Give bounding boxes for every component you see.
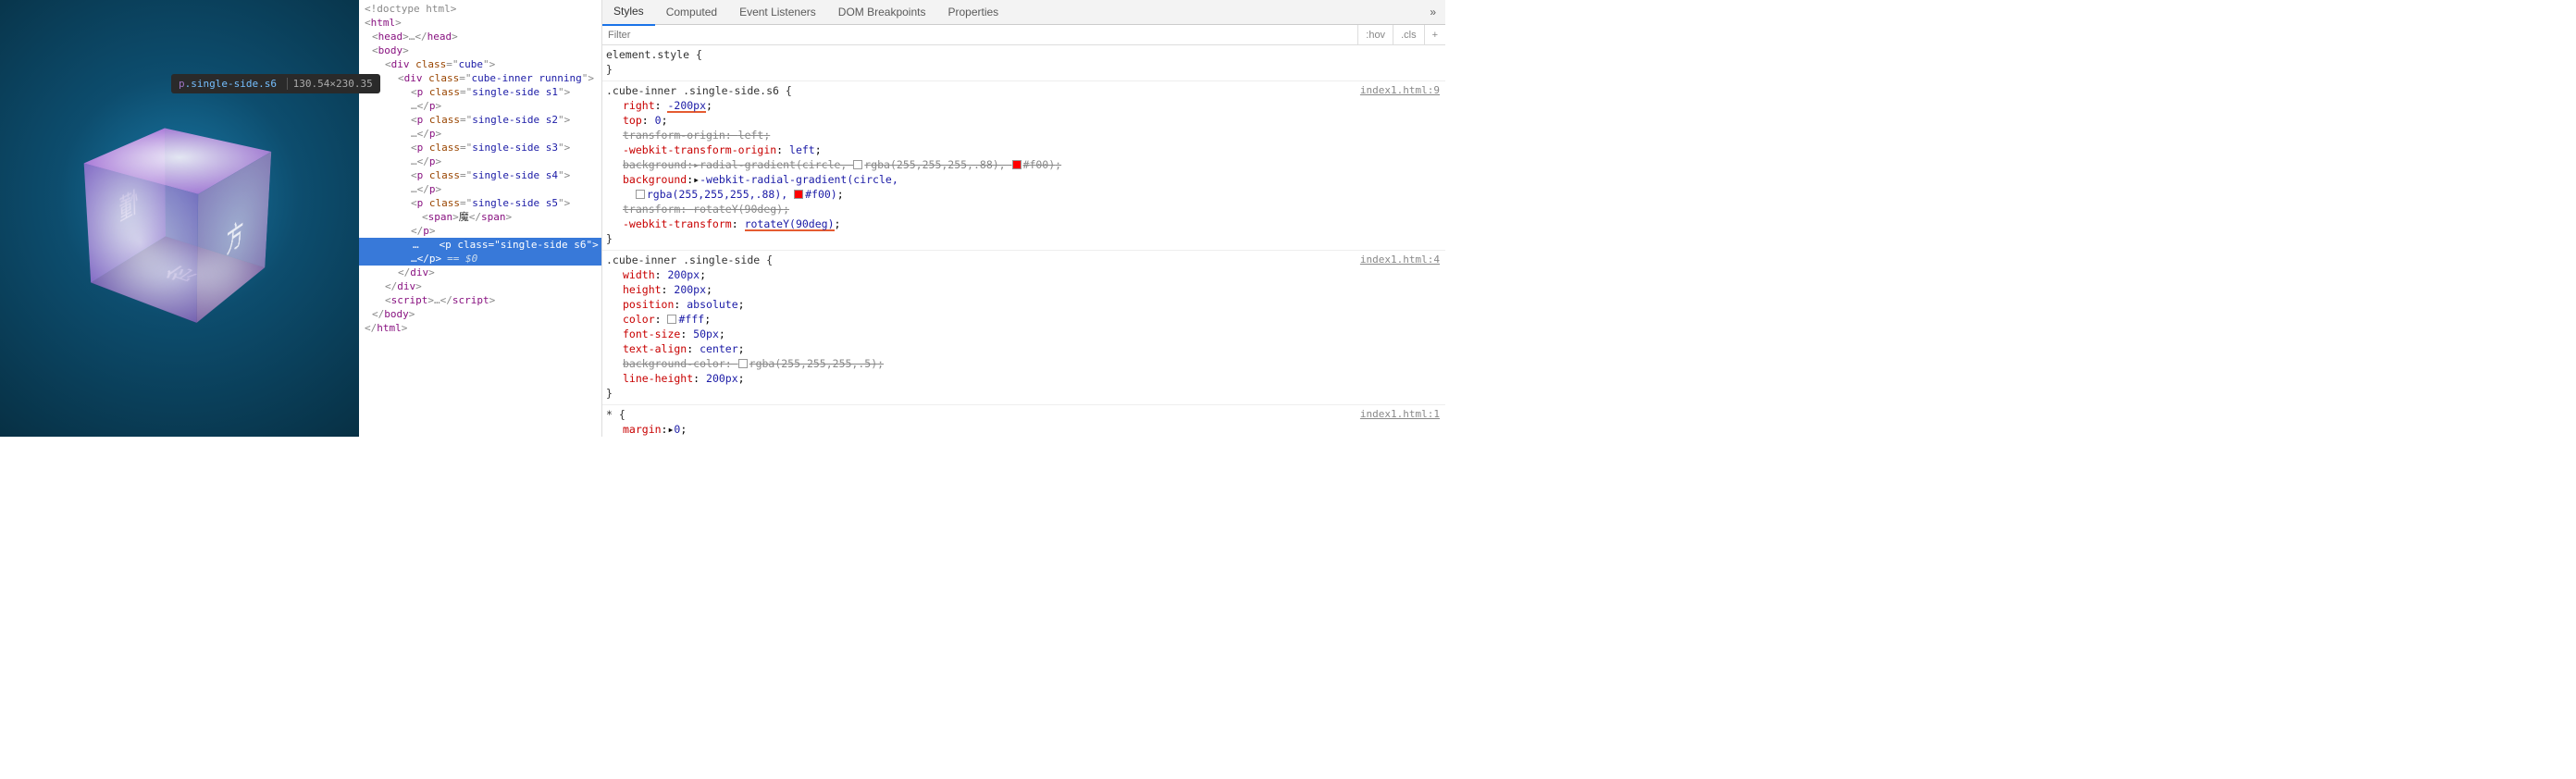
rule-element-style[interactable]: element.style { } bbox=[602, 45, 1445, 81]
decl-background-color[interactable]: background-color: rgba(255,255,255,.5); bbox=[606, 356, 1442, 371]
decl-background-over[interactable]: background:▸radial-gradient(circle, rgba… bbox=[606, 157, 1442, 172]
dom-head[interactable]: <head>…</head> bbox=[359, 30, 601, 43]
dom-p-s1[interactable]: <p class="single-side s1"> bbox=[359, 85, 601, 99]
color-swatch-white[interactable] bbox=[636, 190, 645, 199]
dom-p-s1-close[interactable]: …</p> bbox=[359, 99, 601, 113]
decl-top[interactable]: top: 0; bbox=[606, 113, 1442, 128]
rendered-page-preview[interactable]: p.single-side.s6 130.54×230.35 方 懂 你 bbox=[0, 0, 359, 437]
rule-source-link[interactable]: index1.html:1 bbox=[1360, 407, 1440, 422]
cls-toggle[interactable]: .cls bbox=[1393, 25, 1424, 45]
hov-toggle[interactable]: :hov bbox=[1357, 25, 1393, 45]
dom-script[interactable]: <script>…</script> bbox=[359, 293, 601, 307]
dom-div-inner[interactable]: <div class="cube-inner running"> bbox=[359, 71, 601, 85]
rule-selector[interactable]: element.style bbox=[606, 48, 689, 61]
color-swatch-white[interactable] bbox=[853, 160, 862, 169]
decl-line-height[interactable]: line-height: 200px; bbox=[606, 371, 1442, 386]
dom-p-s3-close[interactable]: …</p> bbox=[359, 155, 601, 168]
tabs-overflow-icon[interactable]: » bbox=[1420, 6, 1445, 19]
dom-p-s5-close[interactable]: </p> bbox=[359, 224, 601, 238]
dom-span-s5[interactable]: <span>魔</span> bbox=[359, 210, 601, 224]
element-tooltip: p.single-side.s6 130.54×230.35 bbox=[171, 74, 380, 93]
dom-p-s6-close[interactable]: …</p>== $0 bbox=[359, 252, 601, 266]
tooltip-selector: .single-side.s6 bbox=[185, 78, 277, 90]
decl-position[interactable]: position: absolute; bbox=[606, 297, 1442, 312]
rule-source-link[interactable]: index1.html:4 bbox=[1360, 253, 1440, 267]
color-swatch-white[interactable] bbox=[667, 315, 676, 324]
dom-div-cube[interactable]: <div class="cube"> bbox=[359, 57, 601, 71]
rule-s6[interactable]: index1.html:9 .cube-inner .single-side.s… bbox=[602, 81, 1445, 251]
decl-text-align[interactable]: text-align: center; bbox=[606, 341, 1442, 356]
decl-height[interactable]: height: 200px; bbox=[606, 282, 1442, 297]
tab-computed[interactable]: Computed bbox=[655, 0, 728, 25]
decl-webkit-transform-origin[interactable]: -webkit-transform-origin: left; bbox=[606, 142, 1442, 157]
dom-p-s3[interactable]: <p class="single-side s3"> bbox=[359, 141, 601, 155]
dom-p-s2[interactable]: <p class="single-side s2"> bbox=[359, 113, 601, 127]
tab-styles[interactable]: Styles bbox=[602, 0, 655, 26]
decl-transform[interactable]: transform: rotateY(90deg); bbox=[606, 202, 1442, 216]
dom-p-s2-close[interactable]: …</p> bbox=[359, 127, 601, 141]
rule-selector[interactable]: .cube-inner .single-side bbox=[606, 253, 760, 266]
add-rule-button[interactable]: + bbox=[1424, 25, 1445, 45]
dom-doctype[interactable]: <!doctype html> bbox=[359, 2, 601, 16]
decl-transform-origin[interactable]: transform-origin: left; bbox=[606, 128, 1442, 142]
tab-event-listeners[interactable]: Event Listeners bbox=[728, 0, 827, 25]
rule-source-link[interactable]: index1.html:9 bbox=[1360, 83, 1440, 98]
tab-dom-breakpoints[interactable]: DOM Breakpoints bbox=[827, 0, 937, 25]
styles-filter-input[interactable] bbox=[602, 30, 1357, 41]
styles-tabs: Styles Computed Event Listeners DOM Brea… bbox=[602, 0, 1445, 25]
cube: 方 懂 你 bbox=[127, 144, 237, 293]
dom-body-close[interactable]: </body> bbox=[359, 307, 601, 321]
dom-body-open[interactable]: <body> bbox=[359, 43, 601, 57]
decl-webkit-background[interactable]: background:▸-webkit-radial-gradient(circ… bbox=[606, 172, 1442, 202]
dom-p-s6-selected[interactable]: … <p class="single-side s6"> bbox=[359, 238, 601, 252]
decl-font-size[interactable]: font-size: 50px; bbox=[606, 327, 1442, 341]
color-swatch-red[interactable] bbox=[794, 190, 803, 199]
dom-html-close[interactable]: </html> bbox=[359, 321, 601, 335]
tooltip-dimensions: 130.54×230.35 bbox=[287, 78, 373, 90]
decl-right[interactable]: right: -200px; bbox=[606, 98, 1442, 113]
rule-universal[interactable]: index1.html:1 * { margin:▸0; bbox=[602, 405, 1445, 437]
dom-p-s4[interactable]: <p class="single-side s4"> bbox=[359, 168, 601, 182]
dom-p-s4-close[interactable]: …</p> bbox=[359, 182, 601, 196]
color-swatch-grey[interactable] bbox=[738, 359, 748, 368]
css-rules-list: element.style { } index1.html:9 .cube-in… bbox=[602, 45, 1445, 437]
tooltip-tagname: p bbox=[179, 78, 185, 90]
dom-div-cube-close[interactable]: </div> bbox=[359, 279, 601, 293]
dom-p-s5[interactable]: <p class="single-side s5"> bbox=[359, 196, 601, 210]
styles-panel: Styles Computed Event Listeners DOM Brea… bbox=[601, 0, 1445, 437]
rule-selector[interactable]: * bbox=[606, 408, 613, 421]
dom-html-open[interactable]: <html> bbox=[359, 16, 601, 30]
styles-filter-bar: :hov .cls + bbox=[602, 25, 1445, 45]
elements-dom-tree[interactable]: <!doctype html> <html> <head>…</head> <b… bbox=[359, 0, 601, 437]
tab-properties[interactable]: Properties bbox=[936, 0, 1009, 25]
decl-color[interactable]: color: #fff; bbox=[606, 312, 1442, 327]
rule-selector[interactable]: .cube-inner .single-side.s6 bbox=[606, 84, 779, 97]
dom-div-inner-close[interactable]: </div> bbox=[359, 266, 601, 279]
decl-webkit-transform[interactable]: -webkit-transform: rotateY(90deg); bbox=[606, 216, 1442, 231]
cube-scene: 方 懂 你 bbox=[115, 154, 244, 283]
color-swatch-red[interactable] bbox=[1012, 160, 1022, 169]
decl-margin[interactable]: margin:▸0; bbox=[606, 422, 1442, 437]
decl-width[interactable]: width: 200px; bbox=[606, 267, 1442, 282]
rule-single-side[interactable]: index1.html:4 .cube-inner .single-side {… bbox=[602, 251, 1445, 405]
